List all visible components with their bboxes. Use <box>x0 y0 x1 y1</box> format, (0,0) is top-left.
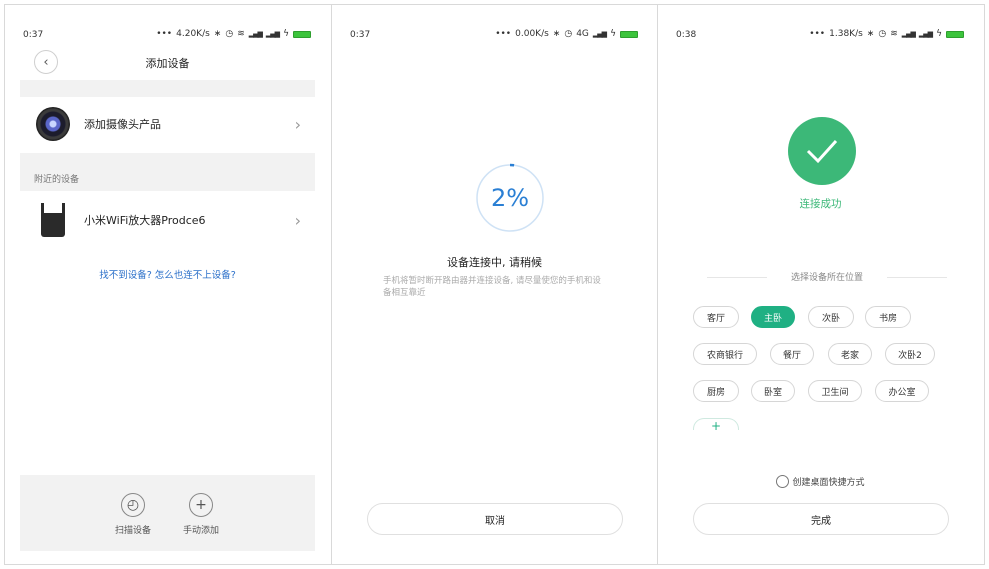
location-label-row: 选择设备所在位置 <box>707 270 947 284</box>
room-chip[interactable]: 客厅 <box>693 306 739 328</box>
network-type: 4G <box>576 29 589 39</box>
network-speed: 0.00K/s <box>515 29 549 39</box>
status-time: 0:37 <box>23 30 44 40</box>
room-chip[interactable]: 卧室 <box>751 380 795 402</box>
battery-icon <box>946 30 964 38</box>
plus-icon: + <box>189 493 213 517</box>
battery-icon <box>293 30 311 38</box>
status-time: 0:38 <box>676 30 697 40</box>
room-chip[interactable]: 办公室 <box>875 380 929 402</box>
charging-icon: ϟ <box>610 29 616 39</box>
signal-icon: ▂▄▆ <box>901 30 916 38</box>
signal-icon: ▂▄▆ <box>592 30 607 38</box>
nearby-device-label: 小米WiFi放大器Prodce6 <box>84 214 206 227</box>
manual-add-button[interactable]: + 手动添加 <box>171 493 231 536</box>
nearby-device-row[interactable]: 小米WiFi放大器Prodce6 › <box>20 193 315 247</box>
shortcut-label: 创建桌面快捷方式 <box>792 478 865 488</box>
status-bar: 0:37 ••• 0.00K/s ∗ ◷ 4G ▂▄▆ ϟ <box>347 26 642 44</box>
room-chip[interactable]: 老家 <box>828 343 872 365</box>
alarm-icon: ◷ <box>878 29 887 39</box>
network-speed: 4.20K/s <box>176 29 210 39</box>
wifi-icon: ≋ <box>237 29 245 39</box>
battery-icon <box>620 30 638 38</box>
signal-icon-2: ▂▄▆ <box>918 30 933 38</box>
shortcut-radio[interactable] <box>776 475 790 488</box>
screen-connecting: 0:37 ••• 0.00K/s ∗ ◷ 4G ▂▄▆ ϟ 2% 设备连接中, … <box>347 26 642 551</box>
wifi-icon: ≋ <box>890 29 898 39</box>
done-button[interactable]: 完成 <box>693 503 949 535</box>
scan-device-button[interactable]: ◴ 扫描设备 <box>103 493 163 536</box>
nearby-section-label: 附近的设备 <box>34 175 80 185</box>
cancel-button[interactable]: 取消 <box>367 503 623 535</box>
screen-success: 0:38 ••• 1.38K/s ∗ ◷ ≋ ▂▄▆ ▂▄▆ ϟ 连接成功 选择… <box>673 26 968 551</box>
scan-icon: ◴ <box>121 493 145 517</box>
signal-icon-2: ▂▄▆ <box>265 30 280 38</box>
status-bar: 0:38 ••• 1.38K/s ∗ ◷ ≋ ▂▄▆ ▂▄▆ ϟ <box>673 26 968 44</box>
nearby-section: 附近的设备 <box>20 153 315 191</box>
signal-icon: ▂▄▆ <box>248 30 263 38</box>
more-icon: ••• <box>809 29 826 39</box>
add-camera-row[interactable]: 添加摄像头产品 › <box>20 97 315 151</box>
status-time: 0:37 <box>350 30 371 40</box>
charging-icon: ϟ <box>283 29 289 39</box>
section-gap <box>20 80 315 97</box>
shortcut-option: 创建桌面快捷方式 <box>673 475 968 488</box>
bluetooth-icon: ∗ <box>213 29 222 39</box>
connecting-description: 手机将暂时断开路由器并连接设备, 请尽量使您的手机和设备相互靠近 <box>383 276 601 298</box>
location-label: 选择设备所在位置 <box>790 273 863 283</box>
divider <box>331 4 332 565</box>
more-icon: ••• <box>495 29 512 39</box>
manual-add-label: 手动添加 <box>182 526 219 536</box>
network-speed: 1.38K/s <box>829 29 863 39</box>
header: ‹ 添加设备 <box>20 44 315 80</box>
room-chip[interactable]: 主卧 <box>751 306 795 328</box>
more-icon: ••• <box>156 29 173 39</box>
chevron-right-icon: › <box>294 114 301 134</box>
room-chip[interactable]: 餐厅 <box>770 343 814 365</box>
chevron-right-icon: › <box>294 210 301 230</box>
room-chip[interactable]: 次卧2 <box>885 343 935 365</box>
page-title: 添加设备 <box>145 57 190 70</box>
screen-add-device: 0:37 ••• 4.20K/s ∗ ◷ ≋ ▂▄▆ ▂▄▆ ϟ ‹ 添加设备 … <box>20 26 315 551</box>
alarm-icon: ◷ <box>564 29 573 39</box>
room-chip[interactable]: 次卧 <box>808 306 854 328</box>
add-room-button[interactable]: + <box>693 418 739 430</box>
charging-icon: ϟ <box>936 29 942 39</box>
bluetooth-icon: ∗ <box>552 29 561 39</box>
bottom-bar: ◴ 扫描设备 + 手动添加 <box>20 475 315 551</box>
wifi-extender-icon <box>38 203 68 237</box>
room-chip[interactable]: 卫生间 <box>808 380 862 402</box>
plus-icon: + <box>710 419 722 430</box>
success-check-icon <box>788 117 856 185</box>
add-camera-label: 添加摄像头产品 <box>84 118 161 131</box>
divider <box>657 4 658 565</box>
room-chip[interactable]: 厨房 <box>693 380 739 402</box>
status-bar: 0:37 ••• 4.20K/s ∗ ◷ ≋ ▂▄▆ ▂▄▆ ϟ <box>20 26 315 44</box>
camera-icon <box>36 107 70 141</box>
help-link[interactable]: 找不到设备? 怎么也连不上设备? <box>20 267 315 281</box>
connecting-title: 设备连接中, 请稍候 <box>447 256 542 269</box>
room-chip[interactable]: 书房 <box>865 306 911 328</box>
scan-label: 扫描设备 <box>114 526 151 536</box>
success-message: 连接成功 <box>799 198 842 210</box>
progress-percent: 2% <box>490 184 530 212</box>
bluetooth-icon: ∗ <box>866 29 875 39</box>
alarm-icon: ◷ <box>225 29 234 39</box>
room-chip[interactable]: 农商银行 <box>693 343 757 365</box>
